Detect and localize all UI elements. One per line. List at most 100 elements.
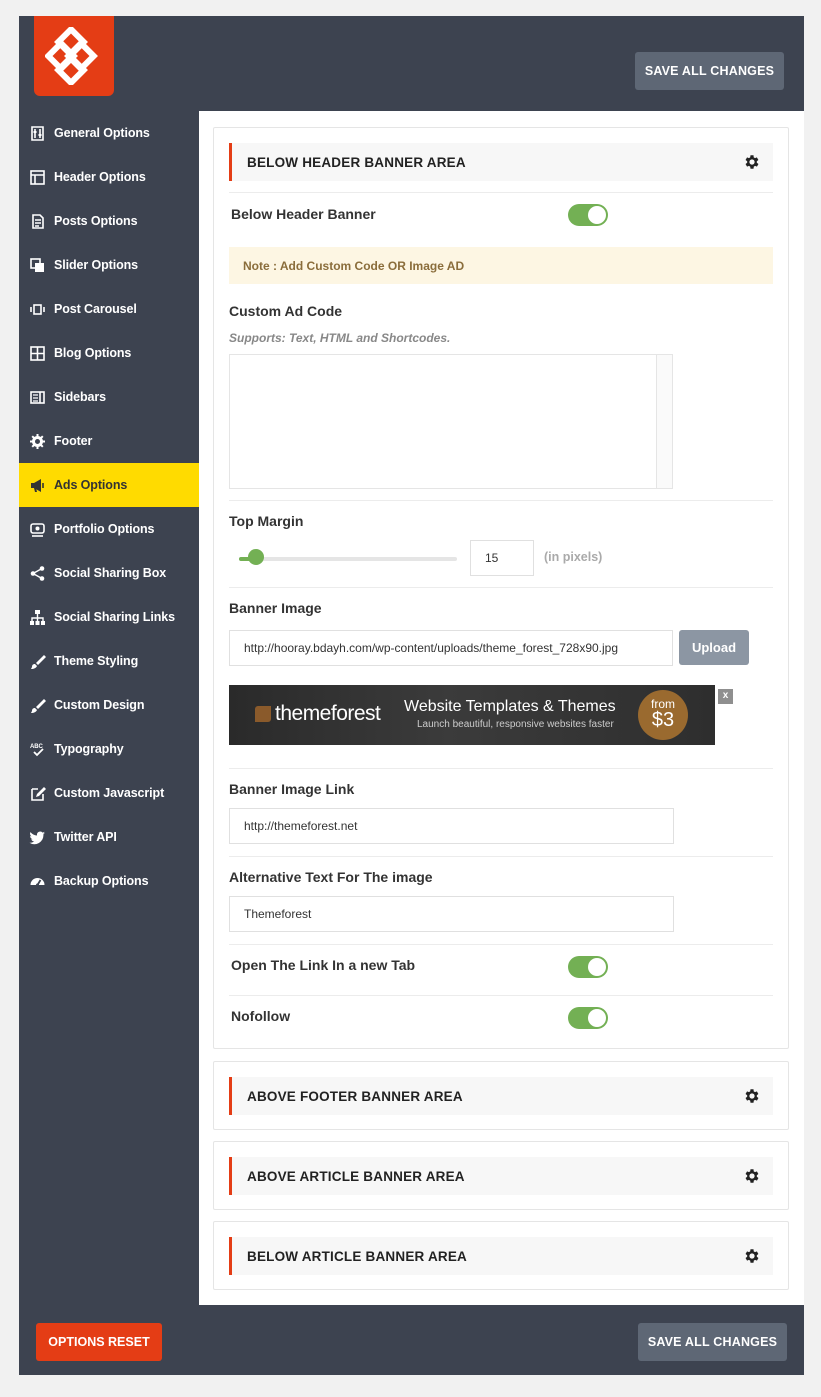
sidebar-item-post-carousel[interactable]: Post Carousel <box>19 287 199 331</box>
sidebar-item-typography[interactable]: ABC Typography <box>19 727 199 771</box>
below-header-banner-label: Below Header Banner <box>231 206 376 222</box>
upload-button[interactable]: Upload <box>679 630 749 665</box>
sidebar-item-label: Post Carousel <box>54 302 137 316</box>
sidebar-item-ads-options[interactable]: Ads Options <box>19 463 199 507</box>
panel-header[interactable]: BELOW ARTICLE BANNER AREA <box>229 1237 773 1275</box>
panel-header[interactable]: ABOVE FOOTER BANNER AREA <box>229 1077 773 1115</box>
sidebar-item-header-options[interactable]: Header Options <box>19 155 199 199</box>
eye-icon <box>29 521 46 538</box>
document-icon <box>29 213 46 230</box>
below-header-banner-toggle[interactable] <box>568 204 608 226</box>
gear-icon[interactable] <box>743 1087 761 1105</box>
sidebar-item-label: Custom Design <box>54 698 145 712</box>
note-box: Note : Add Custom Code OR Image AD <box>229 247 773 284</box>
gear-icon[interactable] <box>743 153 761 171</box>
top-bar: SAVE ALL CHANGES <box>19 16 804 111</box>
sidebar-item-social-sharing-links[interactable]: Social Sharing Links <box>19 595 199 639</box>
sidebar-item-portfolio-options[interactable]: Portfolio Options <box>19 507 199 551</box>
preview-subline: Launch beautiful, responsive websites fa… <box>417 719 614 730</box>
panel-above-footer-banner: ABOVE FOOTER BANNER AREA <box>213 1061 789 1130</box>
gear-icon[interactable] <box>743 1247 761 1265</box>
gear-icon[interactable] <box>743 1167 761 1185</box>
divider <box>229 856 773 857</box>
preview-price-badge: from $3 <box>638 690 688 740</box>
sidebar-item-label: Blog Options <box>54 346 132 360</box>
options-sidebar: General Options Header Options Posts Optio… <box>19 111 199 903</box>
divider <box>229 768 773 769</box>
textarea-scrollbar[interactable] <box>656 355 672 488</box>
sidebar-item-label: Footer <box>54 434 93 448</box>
panel-header[interactable]: ABOVE ARTICLE BANNER AREA <box>229 1157 773 1195</box>
banner-image-link-label: Banner Image Link <box>229 781 355 797</box>
sidebar-item-label: Slider Options <box>54 258 139 272</box>
open-new-tab-toggle[interactable] <box>568 956 608 978</box>
remove-image-button[interactable]: x <box>718 689 733 704</box>
sidebar-item-custom-javascript[interactable]: Custom Javascript <box>19 771 199 815</box>
preview-logo-text: themeforest <box>275 702 381 725</box>
save-all-changes-button-top[interactable]: SAVE ALL CHANGES <box>635 52 784 90</box>
sliders-icon <box>29 125 46 142</box>
banner-image-preview: themeforest Website Templates & Themes L… <box>229 685 715 745</box>
sidebar-item-slider-options[interactable]: Slider Options <box>19 243 199 287</box>
sidebar-item-label: Twitter API <box>54 830 117 844</box>
carousel-icon <box>29 301 46 318</box>
sidebar-icon <box>29 389 46 406</box>
sidebar-item-blog-options[interactable]: Blog Options <box>19 331 199 375</box>
sidebar-item-label: Social Sharing Links <box>54 610 175 624</box>
custom-ad-code-textarea[interactable] <box>229 354 673 489</box>
sidebar-item-label: Typography <box>54 742 124 756</box>
nofollow-label: Nofollow <box>231 1008 291 1024</box>
sidebar-item-label: Backup Options <box>54 874 149 888</box>
top-margin-input[interactable]: 15 <box>470 540 534 576</box>
preview-price-amount: $3 <box>651 709 675 731</box>
alt-text-input[interactable]: Themeforest <box>229 896 674 932</box>
panel-above-article-banner: ABOVE ARTICLE BANNER AREA <box>213 1141 789 1210</box>
header-layout-icon <box>29 169 46 186</box>
save-all-changes-button-bottom[interactable]: SAVE ALL CHANGES <box>638 1323 787 1361</box>
nofollow-toggle[interactable] <box>568 1007 608 1029</box>
custom-ad-code-hint: Supports: Text, HTML and Shortcodes. <box>229 331 451 345</box>
top-margin-slider-track[interactable] <box>239 557 457 561</box>
sidebar-item-sidebars[interactable]: Sidebars <box>19 375 199 419</box>
options-reset-button[interactable]: OPTIONS RESET <box>36 1323 162 1361</box>
panel-title: BELOW HEADER BANNER AREA <box>247 154 466 170</box>
sidebar-item-footer[interactable]: Footer <box>19 419 199 463</box>
dashboard-icon <box>29 873 46 890</box>
logo-diamond-icon <box>45 27 98 85</box>
sidebar-item-label: Custom Javascript <box>54 786 165 800</box>
twitter-icon <box>29 829 46 846</box>
sidebar-item-backup-options[interactable]: Backup Options <box>19 859 199 903</box>
preview-headline: Website Templates & Themes <box>404 698 616 715</box>
edit-icon <box>29 785 46 802</box>
brand-logo <box>34 16 114 96</box>
main-content: BELOW HEADER BANNER AREA Below Header Ba… <box>199 111 804 1305</box>
sidebar-item-twitter-api[interactable]: Twitter API <box>19 815 199 859</box>
spellcheck-icon: ABC <box>29 741 46 758</box>
share-icon <box>29 565 46 582</box>
banner-image-url-input[interactable]: http://hooray.bdayh.com/wp-content/uploa… <box>229 630 673 666</box>
brush-icon <box>29 697 46 714</box>
panel-below-article-banner: BELOW ARTICLE BANNER AREA <box>213 1221 789 1290</box>
panel-title: ABOVE ARTICLE BANNER AREA <box>247 1168 465 1184</box>
svg-text:ABC: ABC <box>30 744 43 750</box>
sidebar-item-theme-styling[interactable]: Theme Styling <box>19 639 199 683</box>
sidebar-item-label: Header Options <box>54 170 146 184</box>
divider <box>229 995 773 996</box>
divider <box>229 192 773 193</box>
banner-image-link-input[interactable]: http://themeforest.net <box>229 808 674 844</box>
sidebar-item-social-sharing-box[interactable]: Social Sharing Box <box>19 551 199 595</box>
sidebar-item-label: Portfolio Options <box>54 522 155 536</box>
top-margin-slider-handle[interactable] <box>248 549 265 565</box>
brush-icon <box>29 653 46 670</box>
sidebar-item-custom-design[interactable]: Custom Design <box>19 683 199 727</box>
gear-icon <box>29 433 46 450</box>
panel-title: ABOVE FOOTER BANNER AREA <box>247 1088 463 1104</box>
panel-header[interactable]: BELOW HEADER BANNER AREA <box>229 143 773 181</box>
leaf-icon <box>255 706 271 722</box>
sidebar-item-general-options[interactable]: General Options <box>19 111 199 155</box>
alt-text-label: Alternative Text For The image <box>229 869 433 885</box>
sidebar-item-posts-options[interactable]: Posts Options <box>19 199 199 243</box>
sidebar-item-label: Sidebars <box>54 390 107 404</box>
preview-logo: themeforest <box>255 702 381 726</box>
divider <box>229 944 773 945</box>
